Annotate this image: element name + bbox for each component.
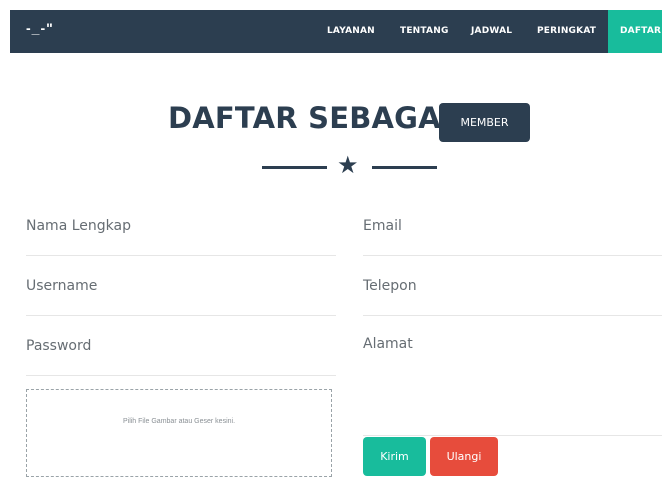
password-underline xyxy=(26,375,336,376)
reset-button[interactable]: Ulangi xyxy=(430,437,498,476)
email-underline xyxy=(363,255,662,256)
top-navbar: -_-" LAYANAN TENTANG JADWAL PERINGKAT DA… xyxy=(10,10,662,53)
nav-item-tentang[interactable]: TENTANG xyxy=(400,10,449,53)
submit-button[interactable]: Kirim xyxy=(363,437,426,476)
divider-line-right xyxy=(372,166,437,169)
phone-underline xyxy=(363,315,662,316)
nav-item-daftar[interactable]: DAFTAR xyxy=(608,10,662,53)
email-field[interactable]: Email xyxy=(363,218,402,234)
phone-field[interactable]: Telepon xyxy=(363,278,417,294)
nav-item-jadwal[interactable]: JADWAL xyxy=(471,10,512,53)
full-name-underline xyxy=(26,255,336,256)
page-title: DAFTAR SEBAGAI xyxy=(168,101,452,135)
password-field[interactable]: Password xyxy=(26,338,91,354)
full-name-field[interactable]: Nama Lengkap xyxy=(26,218,131,234)
brand-logo[interactable]: -_-" xyxy=(26,20,54,36)
nav-item-peringkat[interactable]: PERINGKAT xyxy=(537,10,596,53)
star-icon: ★ xyxy=(337,152,359,179)
divider-line-left xyxy=(262,166,327,169)
address-underline xyxy=(363,435,662,436)
member-role-button[interactable]: MEMBER xyxy=(439,103,530,142)
nav-item-layanan[interactable]: LAYANAN xyxy=(327,10,375,53)
username-underline xyxy=(26,315,336,316)
image-upload-dropzone[interactable]: Pilih File Gambar atau Geser kesini. xyxy=(26,389,332,477)
username-field[interactable]: Username xyxy=(26,278,97,294)
address-textarea[interactable]: Alamat xyxy=(363,336,413,352)
dropzone-hint: Pilih File Gambar atau Geser kesini. xyxy=(122,418,236,425)
